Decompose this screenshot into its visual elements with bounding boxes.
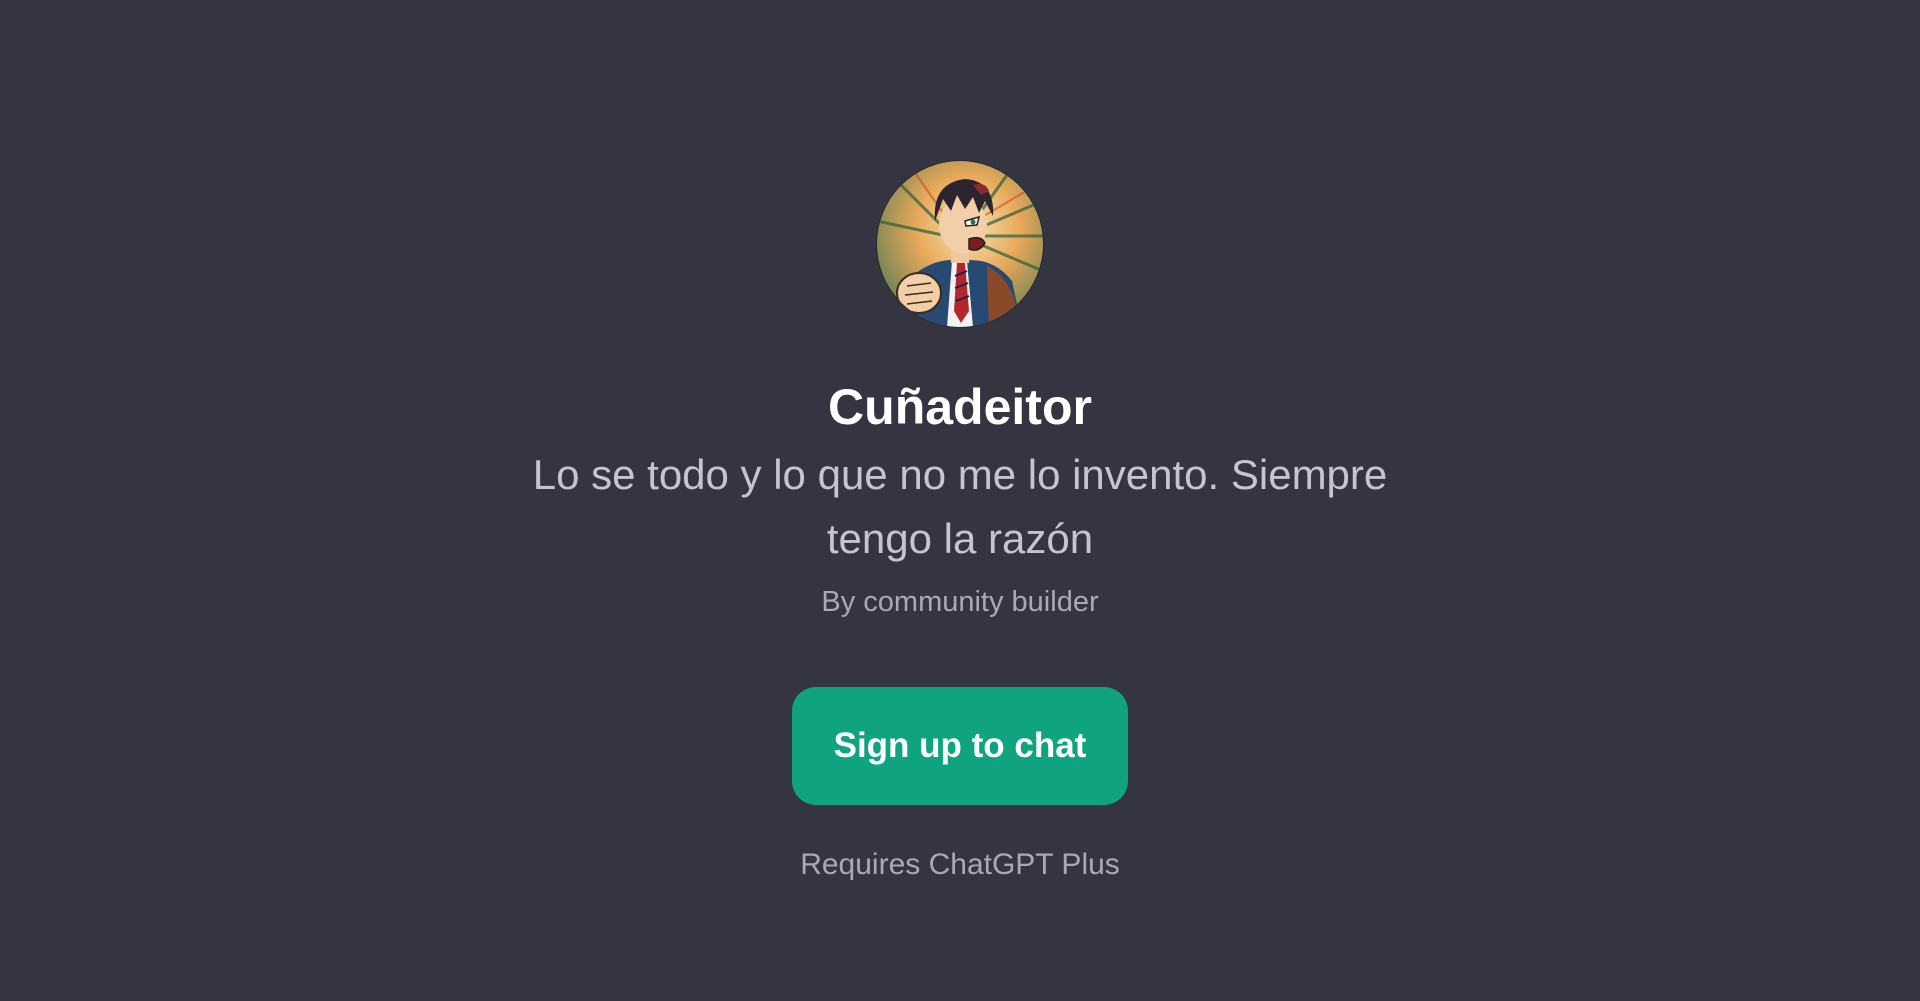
gpt-description: Lo se todo y lo que no me lo invento. Si… bbox=[532, 450, 1388, 562]
gpt-landing-page: Cuñadeitor Lo se todo y lo que no me lo … bbox=[0, 0, 1920, 1001]
requires-plus-note: Requires ChatGPT Plus bbox=[800, 848, 1120, 882]
gpt-author-byline: By community builder bbox=[821, 585, 1099, 618]
gpt-avatar bbox=[877, 161, 1043, 327]
gpt-title: Cuñadeitor bbox=[828, 379, 1092, 435]
anime-man-shouting-avatar-icon bbox=[877, 161, 1043, 327]
sign-up-to-chat-button[interactable]: Sign up to chat bbox=[792, 687, 1128, 806]
